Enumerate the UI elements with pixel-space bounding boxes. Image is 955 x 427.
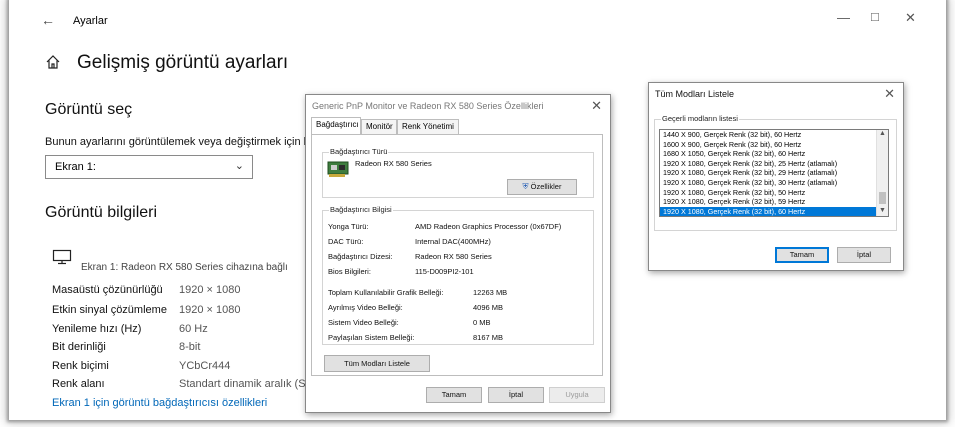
adapter-info-value: 115-D009PI2-101 [415,267,474,276]
display-dropdown-value: Ekran 1: [55,161,96,173]
memory-value: 4096 MB [473,303,504,312]
modes-dialog-title: Tüm Modları Listele [655,89,735,99]
adapter-info-value: Radeon RX 580 Series [415,252,492,261]
adapter-info-label: DAC Türü: [328,237,364,246]
close-icon[interactable]: ✕ [591,98,602,114]
mode-list-item[interactable]: 1600 X 900, Gerçek Renk (32 bit), 60 Her… [660,140,888,150]
mode-list-item[interactable]: 1920 X 1080, Gerçek Renk (32 bit), 30 He… [660,178,888,188]
monitor-icon [52,249,72,265]
memory-value: 0 MB [473,318,491,327]
mode-list-item[interactable]: 1920 X 1080, Gerçek Renk (32 bit), 29 He… [660,168,888,178]
all-modes-dialog: Tüm Modları Listele ✕ Geçerli modların l… [648,82,904,271]
adapter-info-label: Bağdaştırıcı Dizesi: [328,252,393,261]
mode-list-item[interactable]: 1680 X 1050, Gerçek Renk (32 bit), 60 He… [660,149,888,159]
list-all-modes-button[interactable]: Tüm Modları Listele [324,355,430,372]
back-arrow-icon[interactable]: ← [41,12,55,28]
tab-adapter[interactable]: Bağdaştırıcı [311,117,361,134]
shield-icon: ⛨ [522,182,529,191]
display-info-label: Renk biçimi [52,360,109,372]
adapter-type-label: Bağdaştırıcı Türü [329,147,389,156]
adapter-info-value: Internal DAC(400MHz) [415,237,491,246]
window-title: Ayarlar [73,15,108,27]
display-info-label: Masaüstü çözünürlüğü [52,284,163,296]
display-select-description: Bunun ayarlarını görüntülemek veya değiş… [45,136,316,148]
mode-list-item[interactable]: 1920 X 1080, Gerçek Renk (32 bit), 25 He… [660,159,888,169]
adapter-type-group: Bağdaştırıcı Türü Radeon RX 580 Series ⛨… [322,147,594,198]
modes-scrollbar[interactable]: ▲ ▼ [876,130,888,216]
adapter-info-label: Bağdaştırıcı Bilgisi [329,205,393,214]
mode-list-item[interactable]: 1920 X 1080, Gerçek Renk (32 bit), 59 He… [660,197,888,207]
properties-button-label: Özellikler [530,182,562,191]
adapter-properties-dialog: Generic PnP Monitor ve Radeon RX 580 Ser… [305,94,611,413]
display-info-label: Etkin sinyal çözümleme [52,304,167,316]
apply-button[interactable]: Uygula [549,387,605,403]
ok-button[interactable]: Tamam [426,387,482,403]
tab-monitor[interactable]: Monitör [361,119,397,134]
cancel-button[interactable]: İptal [488,387,544,403]
modes-cancel-button[interactable]: İptal [837,247,891,263]
modes-ok-button[interactable]: Tamam [775,247,829,263]
settings-window: ← Ayarlar — □ ✕ Gelişmiş görüntü ayarlar… [9,0,946,420]
adapter-name: Radeon RX 580 Series [355,159,432,168]
graphics-card-icon [327,161,349,177]
memory-label: Paylaşılan Sistem Belleği: [328,333,415,342]
display-info-value: 60 Hz [179,323,208,335]
minimize-icon[interactable]: — [837,10,850,25]
adapter-info-label: Yonga Türü: [328,222,369,231]
memory-value: 12263 MB [473,288,508,297]
scroll-thumb[interactable] [879,192,886,204]
display-dropdown[interactable]: Ekran 1: ⌄ [45,155,253,179]
display-info-label: Yenileme hızı (Hz) [52,323,142,335]
display-info-value: 8-bit [179,341,201,353]
mode-list-item[interactable]: 1920 X 1080, Gerçek Renk (32 bit), 60 He… [660,206,888,216]
display-info-value: 1920 × 1080 [179,304,241,316]
memory-label: Ayrılmış Video Belleği: [328,303,403,312]
memory-label: Sistem Video Belleği: [328,318,399,327]
home-icon[interactable] [45,54,61,70]
close-icon[interactable]: ✕ [905,10,916,26]
dialog-title: Generic PnP Monitor ve Radeon RX 580 Ser… [312,101,544,111]
chevron-down-icon: ⌄ [234,160,244,172]
modes-list[interactable]: 1440 X 900, Gerçek Renk (32 bit), 60 Her… [659,129,889,217]
adapter-info-group: Bağdaştırıcı Bilgisi Yonga Türü: AMD Rade… [322,205,594,345]
scroll-down-icon[interactable]: ▼ [879,207,886,214]
scroll-up-icon[interactable]: ▲ [879,130,886,137]
adapter-info-label: Bios Bilgileri: [328,267,371,276]
adapter-tab-panel: Bağdaştırıcı Türü Radeon RX 580 Series ⛨… [311,134,603,376]
monitor-description: Ekran 1: Radeon RX 580 Series cihazına b… [81,262,288,273]
display-info-value: YCbCr444 [179,360,231,372]
close-icon[interactable]: ✕ [884,86,895,102]
display-info-value: Standart dinamik aralık (SD [179,378,314,390]
section-display-select: Görüntü seç [45,101,133,118]
display-info-value: 1920 × 1080 [179,284,241,296]
properties-button[interactable]: ⛨ Özellikler [507,179,577,195]
display-info-label: Renk alanı [52,378,105,390]
tab-color-management[interactable]: Renk Yönetimi [397,119,459,134]
page-title: Gelişmiş görüntü ayarları [77,52,289,73]
adapter-properties-link[interactable]: Ekran 1 için görüntü bağdaştırıcısı özel… [52,397,267,409]
mode-list-item[interactable]: 1440 X 900, Gerçek Renk (32 bit), 60 Her… [660,130,888,140]
mode-list-item[interactable]: 1920 X 1080, Gerçek Renk (32 bit), 50 He… [660,188,888,198]
section-display-info: Görüntü bilgileri [45,204,158,221]
valid-modes-label: Geçerli modların listesi [661,114,739,123]
adapter-info-value: AMD Radeon Graphics Processor (0x67DF) [415,222,562,231]
maximize-icon[interactable]: □ [871,9,879,24]
memory-label: Toplam Kullanılabilir Grafik Belleği: [328,288,444,297]
memory-value: 8167 MB [473,333,504,342]
display-info-label: Bit derinliği [52,341,106,353]
